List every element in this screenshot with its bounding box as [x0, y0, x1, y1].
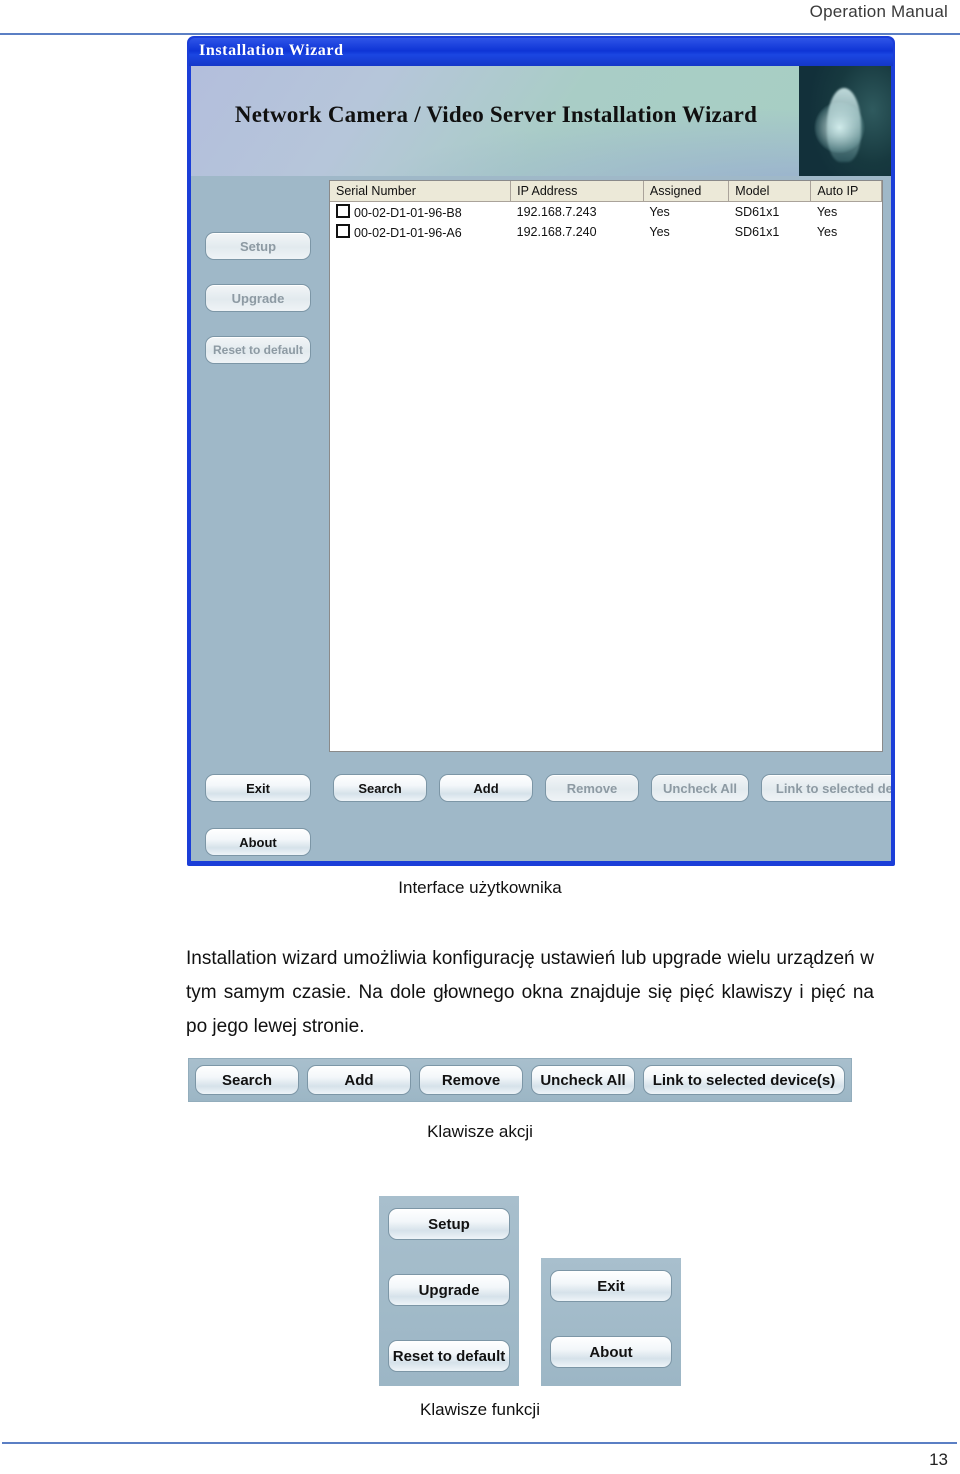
sidebar-button-reset-to-default[interactable]: Reset to default	[205, 336, 311, 364]
installation-wizard-window: Installation Wizard Network Camera / Vid…	[187, 36, 895, 866]
cell-serial-number: 00-02-D1-01-96-B8	[330, 202, 511, 223]
sidebar-button-about[interactable]: About	[205, 828, 311, 856]
cell-auto-ip: Yes	[816, 225, 838, 239]
sidebar-panel: Setup Upgrade Reset to default Exit Abou…	[191, 176, 324, 861]
column-header-serial-number[interactable]: Serial Number	[330, 181, 512, 202]
action-button-remove[interactable]: Remove	[545, 774, 639, 802]
column-header-auto-ip[interactable]: Auto IP	[810, 181, 882, 202]
window-body: Network Camera / Video Server Installati…	[191, 66, 891, 861]
table-row[interactable]: 00-02-D1-01-96-B8 192.168.7.243 Yes SD61…	[330, 202, 882, 223]
cell-model: SD61x1	[734, 205, 780, 219]
action-button-search[interactable]: Search	[333, 774, 427, 802]
cell-ip-address: 192.168.7.240	[516, 225, 597, 239]
column-header-assigned[interactable]: Assigned	[643, 181, 730, 202]
function-button-setup[interactable]: Setup	[388, 1208, 510, 1240]
row-checkbox[interactable]	[336, 224, 350, 238]
sidebar-button-setup[interactable]: Setup	[205, 232, 311, 260]
cell-assigned: Yes	[649, 225, 670, 239]
window-action-bar: Search Add Remove Uncheck All Link to se…	[329, 766, 891, 810]
function-button-about[interactable]: About	[550, 1336, 672, 1368]
body-paragraph: Installation wizard umożliwia konfigurac…	[186, 948, 874, 1037]
sidebar-button-exit[interactable]: Exit	[205, 774, 311, 802]
action-button-uncheck-all[interactable]: Uncheck All	[651, 774, 749, 802]
cell-serial-number: 00-02-D1-01-96-A6	[330, 222, 511, 242]
banner-title: Network Camera / Video Server Installati…	[234, 102, 758, 127]
caption-user-interface: Interface użytkownika	[398, 878, 562, 897]
footer-rule	[2, 1442, 957, 1444]
window-titlebar: Installation Wizard	[189, 38, 893, 66]
row-checkbox[interactable]	[336, 204, 350, 218]
function-keys-left-panel: Setup Upgrade Reset to default	[379, 1196, 519, 1386]
sidebar-button-upgrade[interactable]: Upgrade	[205, 284, 311, 312]
column-header-model[interactable]: Model	[728, 181, 812, 202]
wizard-banner: Network Camera / Video Server Installati…	[191, 66, 891, 176]
cell-auto-ip: Yes	[816, 205, 838, 219]
cell-model: SD61x1	[734, 225, 780, 239]
caption-function-keys: Klawisze funkcji	[420, 1400, 540, 1419]
table-row[interactable]: 00-02-D1-01-96-A6 192.168.7.240 Yes SD61…	[330, 222, 882, 242]
cell-ip-address: 192.168.7.243	[516, 205, 597, 219]
action-button-link-to-selected-devices[interactable]: Link to selected device(s)	[761, 774, 891, 802]
action-keys-strip: Search Add Remove Uncheck All Link to se…	[188, 1058, 852, 1102]
function-keys-right-panel: Exit About	[541, 1258, 681, 1386]
page-header: Operation Manual	[0, 0, 960, 34]
cell-assigned: Yes	[649, 205, 670, 219]
window-title: Installation Wizard	[199, 42, 344, 59]
device-table: Serial Number IP Address Assigned Model …	[330, 181, 882, 242]
serial-number-text: 00-02-D1-01-96-B8	[354, 206, 462, 220]
function-button-reset-to-default[interactable]: Reset to default	[388, 1340, 510, 1372]
strip-button-remove[interactable]: Remove	[419, 1065, 523, 1095]
strip-button-uncheck-all[interactable]: Uncheck All	[531, 1065, 635, 1095]
banner-figure-silhouette	[827, 88, 861, 162]
action-button-add[interactable]: Add	[439, 774, 533, 802]
caption-action-keys: Klawisze akcji	[427, 1122, 533, 1141]
column-header-ip-address[interactable]: IP Address	[510, 181, 644, 202]
page-number: 13	[929, 1450, 948, 1469]
table-header-row: Serial Number IP Address Assigned Model …	[330, 181, 882, 202]
function-button-exit[interactable]: Exit	[550, 1270, 672, 1302]
device-list-panel[interactable]: Serial Number IP Address Assigned Model …	[329, 180, 883, 752]
strip-button-add[interactable]: Add	[307, 1065, 411, 1095]
document-header-title: Operation Manual	[809, 2, 948, 21]
strip-button-search[interactable]: Search	[195, 1065, 299, 1095]
header-rule	[0, 33, 960, 35]
function-button-upgrade[interactable]: Upgrade	[388, 1274, 510, 1306]
strip-button-link-to-selected-devices[interactable]: Link to selected device(s)	[643, 1065, 845, 1095]
serial-number-text: 00-02-D1-01-96-A6	[354, 226, 462, 240]
banner-photo-image	[799, 66, 891, 176]
